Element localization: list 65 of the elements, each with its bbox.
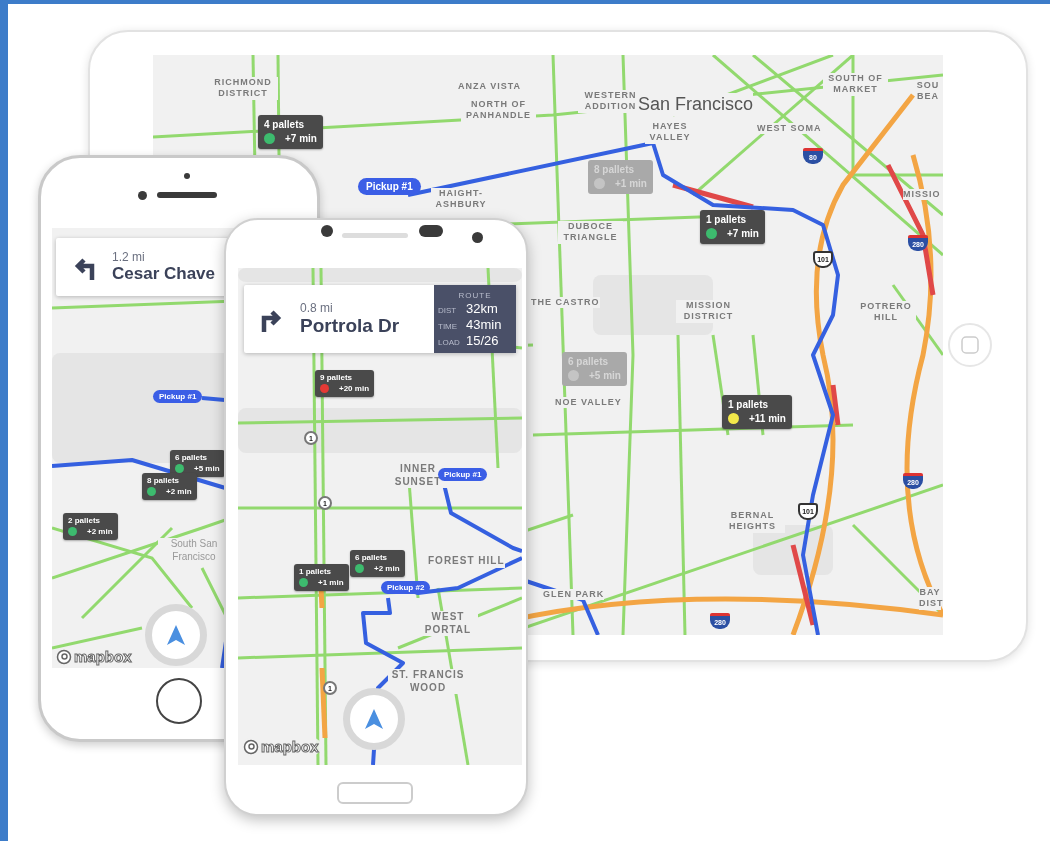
delay-time: +11 min: [749, 413, 786, 424]
pickup-tag[interactable]: Pickup #1: [153, 390, 203, 403]
route-stat-value: 15/26: [466, 332, 499, 348]
pallets-count: 1 pallets: [728, 399, 770, 410]
delay-time: +20 min: [339, 384, 369, 393]
street-name: Cesar Chave: [112, 264, 215, 284]
delivery-marker[interactable]: 6 pallets +2 min: [350, 550, 405, 577]
pallets-count: 4 pallets: [264, 119, 306, 130]
route-stat-label: TIME: [438, 321, 459, 331]
navigation-arrow-icon: [365, 709, 383, 729]
delivery-marker[interactable]: 4 pallets +7 min: [258, 115, 323, 149]
district-label: NOE VALLEY: [555, 397, 622, 409]
street-name: Portrola Dr: [300, 315, 400, 337]
delay-time: +1 min: [318, 578, 344, 587]
delay-time: +2 min: [166, 487, 192, 496]
turn-distance: 1.2 mi: [112, 250, 146, 264]
delivery-marker[interactable]: 1 pallets +11 min: [722, 395, 792, 429]
delivery-marker[interactable]: 9 pallets +20 min: [315, 370, 374, 397]
camera-icon: [321, 225, 333, 237]
district-label: THE CASTRO: [531, 297, 600, 309]
pickup-tag[interactable]: Pickup #2: [381, 581, 431, 594]
district-label: FOREST HILL: [428, 555, 505, 568]
delay-time: +7 min: [727, 228, 759, 239]
turn-distance: 0.8 mi: [300, 301, 334, 315]
delay-time: +7 min: [285, 133, 317, 144]
pallets-count: 1 pallets: [299, 567, 332, 576]
pallets-count: 6 pallets: [175, 453, 208, 462]
camera-icon: [138, 191, 147, 200]
district-label: MISSIO: [903, 189, 941, 201]
route-stat-label: LOAD: [438, 337, 461, 347]
route-stat-value: 32km: [466, 300, 498, 316]
pallets-count: 6 pallets: [355, 553, 388, 562]
navigation-arrow-icon: [167, 625, 185, 645]
speaker-grille: [157, 192, 217, 198]
district-label: NORTH OF PANHANDLE: [461, 99, 536, 122]
delivery-marker[interactable]: 6 pallets +5 min: [170, 450, 225, 477]
pallets-count: 8 pallets: [147, 476, 180, 485]
speaker-grille: [342, 233, 408, 238]
pallets-count: 1 pallets: [706, 214, 748, 225]
delay-time: +2 min: [87, 527, 113, 536]
map-attribution-logo: mapbox: [56, 648, 134, 665]
district-label: GLEN PARK: [543, 589, 605, 601]
route-stat-label: DIST: [438, 305, 458, 315]
district-label: WEST SOMA: [757, 123, 822, 135]
district-label: BAY DIST: [919, 587, 941, 610]
rounded-square-icon: [961, 336, 979, 354]
delay-time: +2 min: [374, 564, 400, 573]
sensor-dot-icon: [184, 173, 190, 179]
delivery-marker[interactable]: 8 pallets +2 min: [142, 473, 197, 500]
home-button[interactable]: [156, 678, 202, 724]
route-stat-value: 43min: [466, 316, 502, 332]
district-label: SOUTH OF MARKET: [823, 73, 888, 96]
pallets-count: 2 pallets: [68, 516, 101, 525]
sensor-icon: [419, 225, 443, 237]
pallets-count: 9 pallets: [320, 373, 353, 382]
delivery-marker[interactable]: 2 pallets +2 min: [63, 513, 118, 540]
district-label: DUBOCE TRIANGLE: [558, 221, 623, 244]
delivery-marker[interactable]: 1 pallets +1 min: [294, 564, 349, 591]
pickup-tag[interactable]: Pickup #1: [358, 178, 421, 195]
delay-time: +5 min: [194, 464, 220, 473]
route-title: ROUTE: [458, 290, 492, 300]
map-attribution-logo: mapbox: [243, 738, 321, 755]
pickup-tag[interactable]: Pickup #1: [438, 468, 488, 481]
delivery-marker[interactable]: 1 pallets +7 min: [700, 210, 765, 244]
camera-icon: [472, 232, 483, 243]
